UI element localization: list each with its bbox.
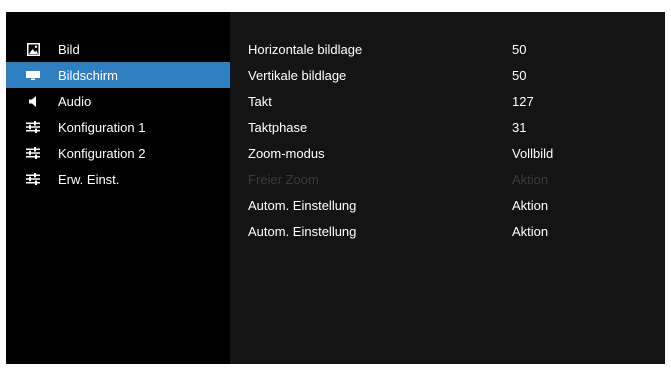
setting-name: Horizontale bildlage [248,41,363,57]
setting-freier-zoom: Freier Zoom Aktion [248,166,665,192]
setting-zoom-modus[interactable]: Zoom-modus Vollbild [248,140,665,166]
setting-takt[interactable]: Takt 127 [248,88,665,114]
setting-autom-einstellung[interactable]: Autom. Einstellung Aktion [248,192,665,218]
setting-value: Aktion [512,171,549,187]
menu-item-bild[interactable]: Bild [6,36,230,62]
setting-value: 127 [512,93,534,109]
setting-name: Autom. Einstellung [248,223,357,239]
setting-name: Freier Zoom [248,171,319,187]
menu-item-konfiguration-1[interactable]: Konfiguration 1 [6,114,230,140]
menu-item-label: Audio [58,93,92,109]
setting-value: Aktion [512,197,549,213]
menu-item-konfiguration-2[interactable]: Konfiguration 2 [6,140,230,166]
setting-taktphase[interactable]: Taktphase 31 [248,114,665,140]
sliders-icon [26,120,40,134]
setting-vertikale-bildlage[interactable]: Vertikale bildlage 50 [248,62,665,88]
setting-name: Autom. Einstellung [248,197,357,213]
menu-item-label: Konfiguration 1 [58,119,146,135]
speaker-icon [26,94,40,108]
setting-autom-einstellung[interactable]: Autom. Einstellung Aktion [248,218,665,244]
setting-value: 31 [512,119,527,135]
setting-name: Vertikale bildlage [248,67,347,83]
menu-item-bildschirm[interactable]: Bildschirm [6,62,230,88]
menu-item-erw-einst[interactable]: Erw. Einst. [6,166,230,192]
osd-menu: Bild Bildschirm Audio Konfiguration 1 Ko… [6,12,665,364]
menu-item-label: Erw. Einst. [58,171,120,187]
menu-item-audio[interactable]: Audio [6,88,230,114]
setting-name: Takt [248,93,272,109]
settings-panel: Horizontale bildlage 50 Vertikale bildla… [230,12,665,364]
setting-horizontale-bildlage[interactable]: Horizontale bildlage 50 [248,36,665,62]
setting-value: 50 [512,67,527,83]
screen-icon [26,68,40,82]
setting-name: Taktphase [248,119,308,135]
setting-value: Aktion [512,223,549,239]
menu-item-label: Bild [58,41,80,57]
sliders-icon [26,172,40,186]
menu-item-label: Konfiguration 2 [58,145,146,161]
setting-value: 50 [512,41,527,57]
menu-item-label: Bildschirm [58,67,118,83]
setting-name: Zoom-modus [248,145,325,161]
sliders-icon [26,146,40,160]
setting-value: Vollbild [512,145,554,161]
menu-sidebar: Bild Bildschirm Audio Konfiguration 1 Ko… [6,12,230,364]
picture-icon [26,42,40,56]
